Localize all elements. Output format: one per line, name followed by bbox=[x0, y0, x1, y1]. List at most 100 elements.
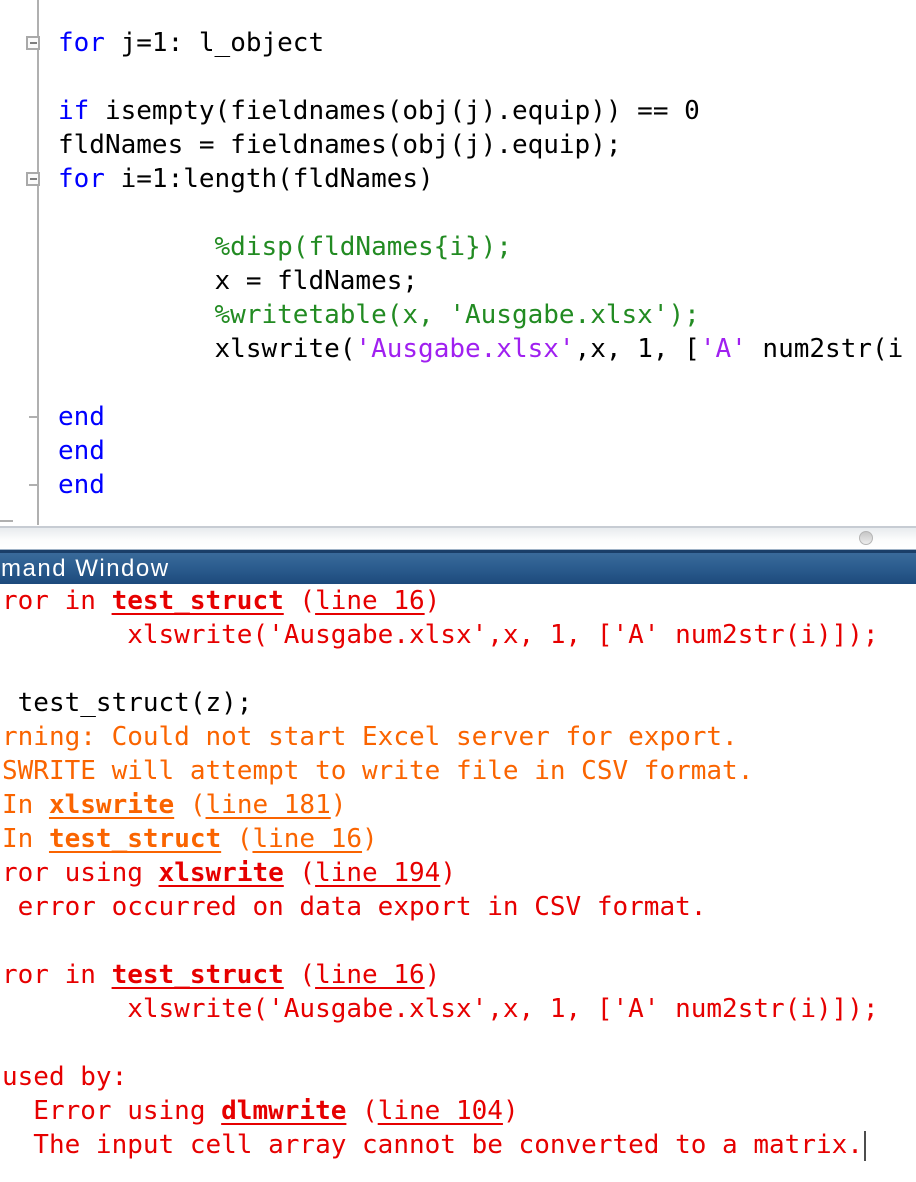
output-text: ( bbox=[221, 824, 252, 854]
output-text: test_struct(z); bbox=[2, 688, 252, 718]
output-line: ror using xlswrite (line 194) bbox=[2, 856, 916, 890]
code-line bbox=[58, 196, 903, 230]
output-text: xlswrite('Ausgabe.xlsx',x, 1, ['A' num2s… bbox=[2, 620, 879, 650]
keyword-token: for bbox=[58, 164, 105, 194]
code-location-link[interactable]: test_struct bbox=[112, 960, 284, 990]
fold-end-tick bbox=[29, 416, 38, 418]
code-token: isempty(fieldnames(obj(j).equip)) == 0 bbox=[89, 96, 699, 126]
output-line bbox=[2, 1026, 916, 1060]
output-text: ( bbox=[284, 586, 315, 616]
output-line: error occurred on data export in CSV for… bbox=[2, 890, 916, 924]
output-line: test_struct(z); bbox=[2, 686, 916, 720]
output-line bbox=[2, 652, 916, 686]
output-line: In test_struct (line 16) bbox=[2, 822, 916, 856]
code-line: %disp(fldNames{i}); bbox=[58, 230, 903, 264]
string-token: 'Ausgabe.xlsx' bbox=[355, 334, 574, 364]
code-line: x = fldNames; bbox=[58, 264, 903, 298]
output-text: error occurred on data export in CSV for… bbox=[2, 892, 706, 922]
line-number-link[interactable]: line 104 bbox=[378, 1096, 503, 1126]
fold-gutter-line bbox=[37, 0, 39, 525]
keyword-token: if bbox=[58, 96, 89, 126]
output-line: xlswrite('Ausgabe.xlsx',x, 1, ['A' num2s… bbox=[2, 618, 916, 652]
code-token: j=1: l_object bbox=[105, 28, 324, 58]
output-text: xlswrite('Ausgabe.xlsx',x, 1, ['A' num2s… bbox=[2, 994, 879, 1024]
output-line: rning: Could not start Excel server for … bbox=[2, 720, 916, 754]
line-number-link[interactable]: line 16 bbox=[315, 960, 425, 990]
command-window-output[interactable]: ror in test_struct (line 16) xlswrite('A… bbox=[0, 584, 916, 1182]
output-text: ror using bbox=[2, 858, 159, 888]
output-line: used by: bbox=[2, 1060, 916, 1094]
output-line bbox=[2, 924, 916, 958]
string-token: 'A' bbox=[700, 334, 747, 364]
keyword-token: for bbox=[58, 28, 105, 58]
output-text: ) bbox=[425, 586, 441, 616]
output-line: ror in test_struct (line 16) bbox=[2, 584, 916, 618]
output-text: ) bbox=[331, 790, 347, 820]
code-location-link[interactable]: xlswrite bbox=[159, 858, 284, 888]
output-text: ror in bbox=[2, 586, 112, 616]
output-text: ) bbox=[503, 1096, 519, 1126]
code-token: i=1:length(fldNames) bbox=[105, 164, 434, 194]
output-line: In xlswrite (line 181) bbox=[2, 788, 916, 822]
output-text: Error using bbox=[2, 1096, 221, 1126]
code-token: num2str(i bbox=[747, 334, 904, 364]
command-window-title-bar[interactable]: mand Window bbox=[0, 550, 916, 584]
code-line: if isempty(fieldnames(obj(j).equip)) == … bbox=[58, 94, 903, 128]
output-text: ) bbox=[362, 824, 378, 854]
code-line: for i=1:length(fldNames) bbox=[58, 162, 903, 196]
output-line: ror in test_struct (line 16) bbox=[2, 958, 916, 992]
code-location-link[interactable]: test_struct bbox=[49, 824, 221, 854]
output-text: ) bbox=[440, 858, 456, 888]
output-text: In bbox=[2, 824, 49, 854]
command-window-title: mand Window bbox=[1, 553, 170, 584]
fold-collapse-icon[interactable] bbox=[26, 36, 40, 50]
code-line bbox=[58, 60, 903, 94]
code-line: end bbox=[58, 400, 903, 434]
output-line: Error using dlmwrite (line 104) bbox=[2, 1094, 916, 1128]
code-line: end bbox=[58, 468, 903, 502]
code-line: %writetable(x, 'Ausgabe.xlsx'); bbox=[58, 298, 903, 332]
code-token: fldNames = fieldnames(obj(j).equip); bbox=[58, 130, 622, 160]
line-number-link[interactable]: line 181 bbox=[206, 790, 331, 820]
editor-code: for j=1: l_objectif isempty(fieldnames(o… bbox=[58, 26, 903, 502]
code-line: end bbox=[58, 434, 903, 468]
output-line: The input cell array cannot be converted… bbox=[2, 1128, 916, 1162]
output-text: The input cell array cannot be converted… bbox=[2, 1130, 863, 1160]
editor-pane[interactable]: for j=1: l_objectif isempty(fieldnames(o… bbox=[0, 0, 916, 526]
code-location-link[interactable]: test_struct bbox=[112, 586, 284, 616]
fold-collapse-icon[interactable] bbox=[26, 172, 40, 186]
output-text: ( bbox=[174, 790, 205, 820]
pane-splitter[interactable] bbox=[0, 526, 916, 550]
text-caret bbox=[864, 1131, 866, 1161]
minus-glyph bbox=[30, 178, 37, 180]
output-text: ror in bbox=[2, 960, 112, 990]
keyword-token: end bbox=[58, 470, 105, 500]
comment-token: %disp(fldNames{i}); bbox=[58, 232, 512, 262]
comment-token: %writetable(x, 'Ausgabe.xlsx'); bbox=[58, 300, 700, 330]
output-text: In bbox=[2, 790, 49, 820]
fold-end-tick bbox=[0, 520, 13, 522]
code-line: for j=1: l_object bbox=[58, 26, 903, 60]
output-text: rning: Could not start Excel server for … bbox=[2, 722, 738, 752]
dot-handle-icon[interactable] bbox=[859, 531, 873, 545]
code-token: x = fldNames; bbox=[58, 266, 418, 296]
output-line: xlswrite('Ausgabe.xlsx',x, 1, ['A' num2s… bbox=[2, 992, 916, 1026]
fold-end-tick bbox=[29, 484, 38, 486]
code-token: ,x, 1, [ bbox=[575, 334, 700, 364]
output-text: ( bbox=[284, 858, 315, 888]
output-text: ( bbox=[284, 960, 315, 990]
output-text: SWRITE will attempt to write file in CSV… bbox=[2, 756, 753, 786]
code-line: xlswrite('Ausgabe.xlsx',x, 1, ['A' num2s… bbox=[58, 332, 903, 366]
line-number-link[interactable]: line 194 bbox=[315, 858, 440, 888]
output-text: ) bbox=[425, 960, 441, 990]
code-location-link[interactable]: xlswrite bbox=[49, 790, 174, 820]
line-number-link[interactable]: line 16 bbox=[315, 586, 425, 616]
code-line: fldNames = fieldnames(obj(j).equip); bbox=[58, 128, 903, 162]
output-text: ( bbox=[346, 1096, 377, 1126]
minus-glyph bbox=[30, 42, 37, 44]
output-text: used by: bbox=[2, 1062, 127, 1092]
keyword-token: end bbox=[58, 402, 105, 432]
code-line bbox=[58, 366, 903, 400]
line-number-link[interactable]: line 16 bbox=[252, 824, 362, 854]
code-location-link[interactable]: dlmwrite bbox=[221, 1096, 346, 1126]
